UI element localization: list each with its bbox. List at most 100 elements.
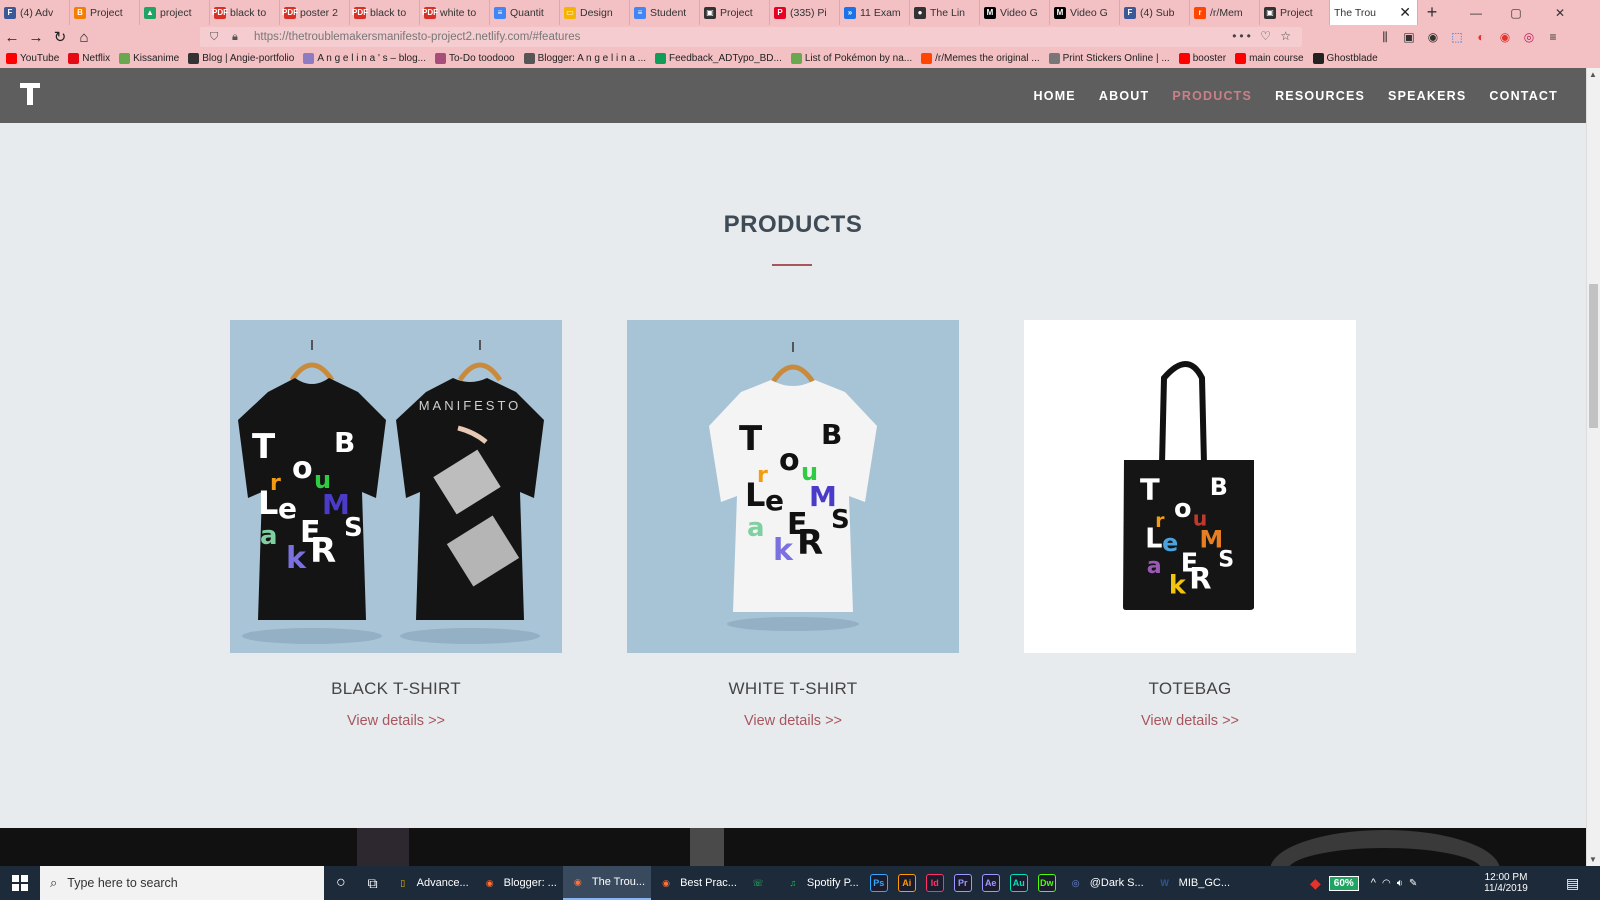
wifi-icon[interactable]: ◠ — [1382, 878, 1391, 889]
back-button[interactable]: ← — [0, 25, 24, 49]
browser-tab[interactable]: F (4) Sub — [1120, 0, 1190, 25]
bookmark-item[interactable]: Ghostblade — [1312, 53, 1378, 64]
bookmark-item[interactable]: Print Stickers Online | ... — [1048, 53, 1170, 64]
nav-link-speakers[interactable]: SPEAKERS — [1388, 89, 1466, 103]
bookmark-item[interactable]: Kissanime — [119, 53, 179, 64]
browser-tab[interactable]: ▭ Design — [560, 0, 630, 25]
browser-tab[interactable]: ▲ project — [140, 0, 210, 25]
browser-tab[interactable]: M Video G — [1050, 0, 1120, 25]
forward-button[interactable]: → — [24, 25, 48, 49]
browser-tab[interactable]: F (4) Adv — [0, 0, 70, 25]
browser-tab[interactable]: ▣ Project — [700, 0, 770, 25]
view-details-link[interactable]: View details >> — [1024, 713, 1356, 729]
browser-tab[interactable]: r/r/Mem — [1190, 0, 1260, 25]
adobe-app-icon[interactable]: Id — [921, 866, 949, 900]
browser-tab[interactable]: B Project — [70, 0, 140, 25]
account-icon[interactable]: ◉ — [1424, 29, 1442, 45]
extension-icon[interactable]: ⬚ — [1448, 29, 1466, 45]
taskbar-app[interactable]: ☏ — [743, 866, 778, 900]
start-button[interactable] — [0, 866, 40, 900]
taskbar-app[interactable]: ◎ @Dark S... — [1061, 866, 1150, 900]
taskbar-app[interactable]: ◉ The Trou... — [562, 866, 652, 900]
window-close-button[interactable]: ✕ — [1540, 0, 1580, 25]
browser-tab[interactable]: » 11 Exam — [840, 0, 910, 25]
browser-tab[interactable]: ● The Lin — [910, 0, 980, 25]
sidebar-icon[interactable]: ▣ — [1400, 29, 1418, 45]
scrollbar-thumb[interactable] — [1589, 284, 1598, 428]
chevron-up-icon[interactable]: ^ — [1371, 877, 1376, 889]
view-details-link[interactable]: View details >> — [627, 713, 959, 729]
page-scrollbar[interactable]: ▲ ▼ — [1586, 68, 1600, 866]
page-actions-icons[interactable]: ••• ♡ ☆ — [1232, 29, 1294, 43]
bookmark-item[interactable]: Netflix — [68, 53, 110, 64]
maximize-button[interactable]: ▢ — [1496, 0, 1536, 25]
taskbar-app[interactable]: ♫ Spotify P... — [778, 866, 865, 900]
task-view-icon[interactable]: ⧉ — [358, 866, 388, 900]
bookmark-item[interactable]: booster — [1178, 53, 1226, 64]
opera-icon[interactable]: ◉ — [1496, 29, 1514, 45]
bookmark-item[interactable]: Blogger: A n g e l i n a ... — [523, 53, 646, 64]
adobe-app-icon[interactable]: Au — [1005, 866, 1033, 900]
bookmark-item[interactable]: To-Do toodooo — [435, 53, 515, 64]
cortana-icon[interactable]: ○ — [324, 866, 358, 900]
bookmark-item[interactable]: List of Pokémon by na... — [790, 53, 912, 64]
site-logo[interactable] — [20, 83, 40, 105]
taskbar-app[interactable]: ◉ Blogger: ... — [475, 866, 563, 900]
volume-icon[interactable]: 🔉︎ — [1397, 878, 1403, 889]
bookmark-item[interactable]: Feedback_ADTypo_BD... — [655, 53, 782, 64]
scroll-up-icon[interactable]: ▲ — [1589, 70, 1597, 79]
taskbar-app[interactable]: W MIB_GC... — [1150, 866, 1236, 900]
browser-tab[interactable]: PDF black to — [210, 0, 280, 25]
black-tshirt-image[interactable]: MANIFESTO TrouBLeMaESkR — [230, 320, 562, 653]
adobe-app-icon[interactable]: Pr — [949, 866, 977, 900]
taskbar-app[interactable]: ▯ Advance... — [388, 866, 475, 900]
url-bar[interactable]: ⛉ 🔒︎ https://thetroublemakersmanifesto-p… — [200, 27, 1302, 47]
browser-tab[interactable]: PDF white to — [420, 0, 490, 25]
url-text[interactable]: https://thetroublemakersmanifesto-projec… — [254, 31, 580, 43]
totebag-image[interactable]: TrouBLeMaESkR — [1024, 320, 1356, 653]
pocket-icon[interactable]: ◐ — [1472, 29, 1490, 45]
nav-link-contact[interactable]: CONTACT — [1489, 89, 1558, 103]
white-tshirt-image[interactable]: TrouBLeMaESkR — [627, 320, 959, 653]
notifications-icon[interactable]: ▤ — [1566, 866, 1579, 900]
browser-tab[interactable]: PDF black to — [350, 0, 420, 25]
nav-link-home[interactable]: HOME — [1034, 89, 1076, 103]
reload-button[interactable]: ↻ — [48, 25, 72, 49]
browser-tab[interactable]: PDF poster 2 — [280, 0, 350, 25]
adobe-app-icon[interactable]: Dw — [1033, 866, 1061, 900]
browser-tab[interactable]: M Video G — [980, 0, 1050, 25]
taskbar-app[interactable]: ◉ Best Prac... — [651, 866, 743, 900]
browser-tab[interactable]: P (335) Pi — [770, 0, 840, 25]
bookmark-item[interactable]: /r/Memes the original ... — [921, 53, 1040, 64]
antivirus-icon[interactable]: ◆ — [1310, 875, 1321, 892]
browser-tab[interactable]: ≡ Student — [630, 0, 700, 25]
lock-icon[interactable]: 🔒︎ — [232, 31, 246, 44]
library-icon[interactable]: ⫼ — [1376, 29, 1394, 45]
shield-icon[interactable]: ⛉ — [210, 31, 224, 44]
home-button[interactable]: ⌂ — [72, 25, 96, 49]
new-tab-button[interactable]: + — [1418, 0, 1446, 25]
minimize-button[interactable]: — — [1456, 0, 1496, 25]
pen-icon[interactable]: ✎ — [1409, 878, 1417, 889]
clock[interactable]: 12:00 PM 11/4/2019 — [1480, 866, 1532, 900]
bookmark-item[interactable]: A n g e l i n a ' s – blog... — [303, 53, 426, 64]
browser-tab[interactable]: ≡ Quantit — [490, 0, 560, 25]
bookmark-item[interactable]: YouTube — [6, 53, 59, 64]
adobe-app-icon[interactable]: Ae — [977, 866, 1005, 900]
view-details-link[interactable]: View details >> — [230, 713, 562, 729]
nav-link-products[interactable]: PRODUCTS — [1172, 89, 1252, 103]
bookmark-item[interactable]: main course — [1235, 53, 1304, 64]
battery-indicator[interactable]: 60% — [1328, 875, 1359, 891]
browser-tab[interactable]: ▣ Project — [1260, 0, 1330, 25]
nav-link-resources[interactable]: RESOURCES — [1275, 89, 1365, 103]
taskbar-search[interactable]: ⌕ Type here to search — [40, 866, 324, 900]
close-tab-icon[interactable]: ✕ — [1399, 4, 1411, 21]
nav-link-about[interactable]: ABOUT — [1099, 89, 1149, 103]
bookmark-item[interactable]: Blog | Angie-portfolio — [188, 53, 294, 64]
scroll-down-icon[interactable]: ▼ — [1589, 855, 1597, 864]
adobe-app-icon[interactable]: Ai — [893, 866, 921, 900]
menu-icon[interactable]: ≡ — [1544, 29, 1562, 45]
adobe-app-icon[interactable]: Ps — [865, 866, 893, 900]
browser-tab-active[interactable]: The Trou ✕ — [1330, 0, 1418, 25]
vpn-icon[interactable]: ◎ — [1520, 29, 1538, 45]
